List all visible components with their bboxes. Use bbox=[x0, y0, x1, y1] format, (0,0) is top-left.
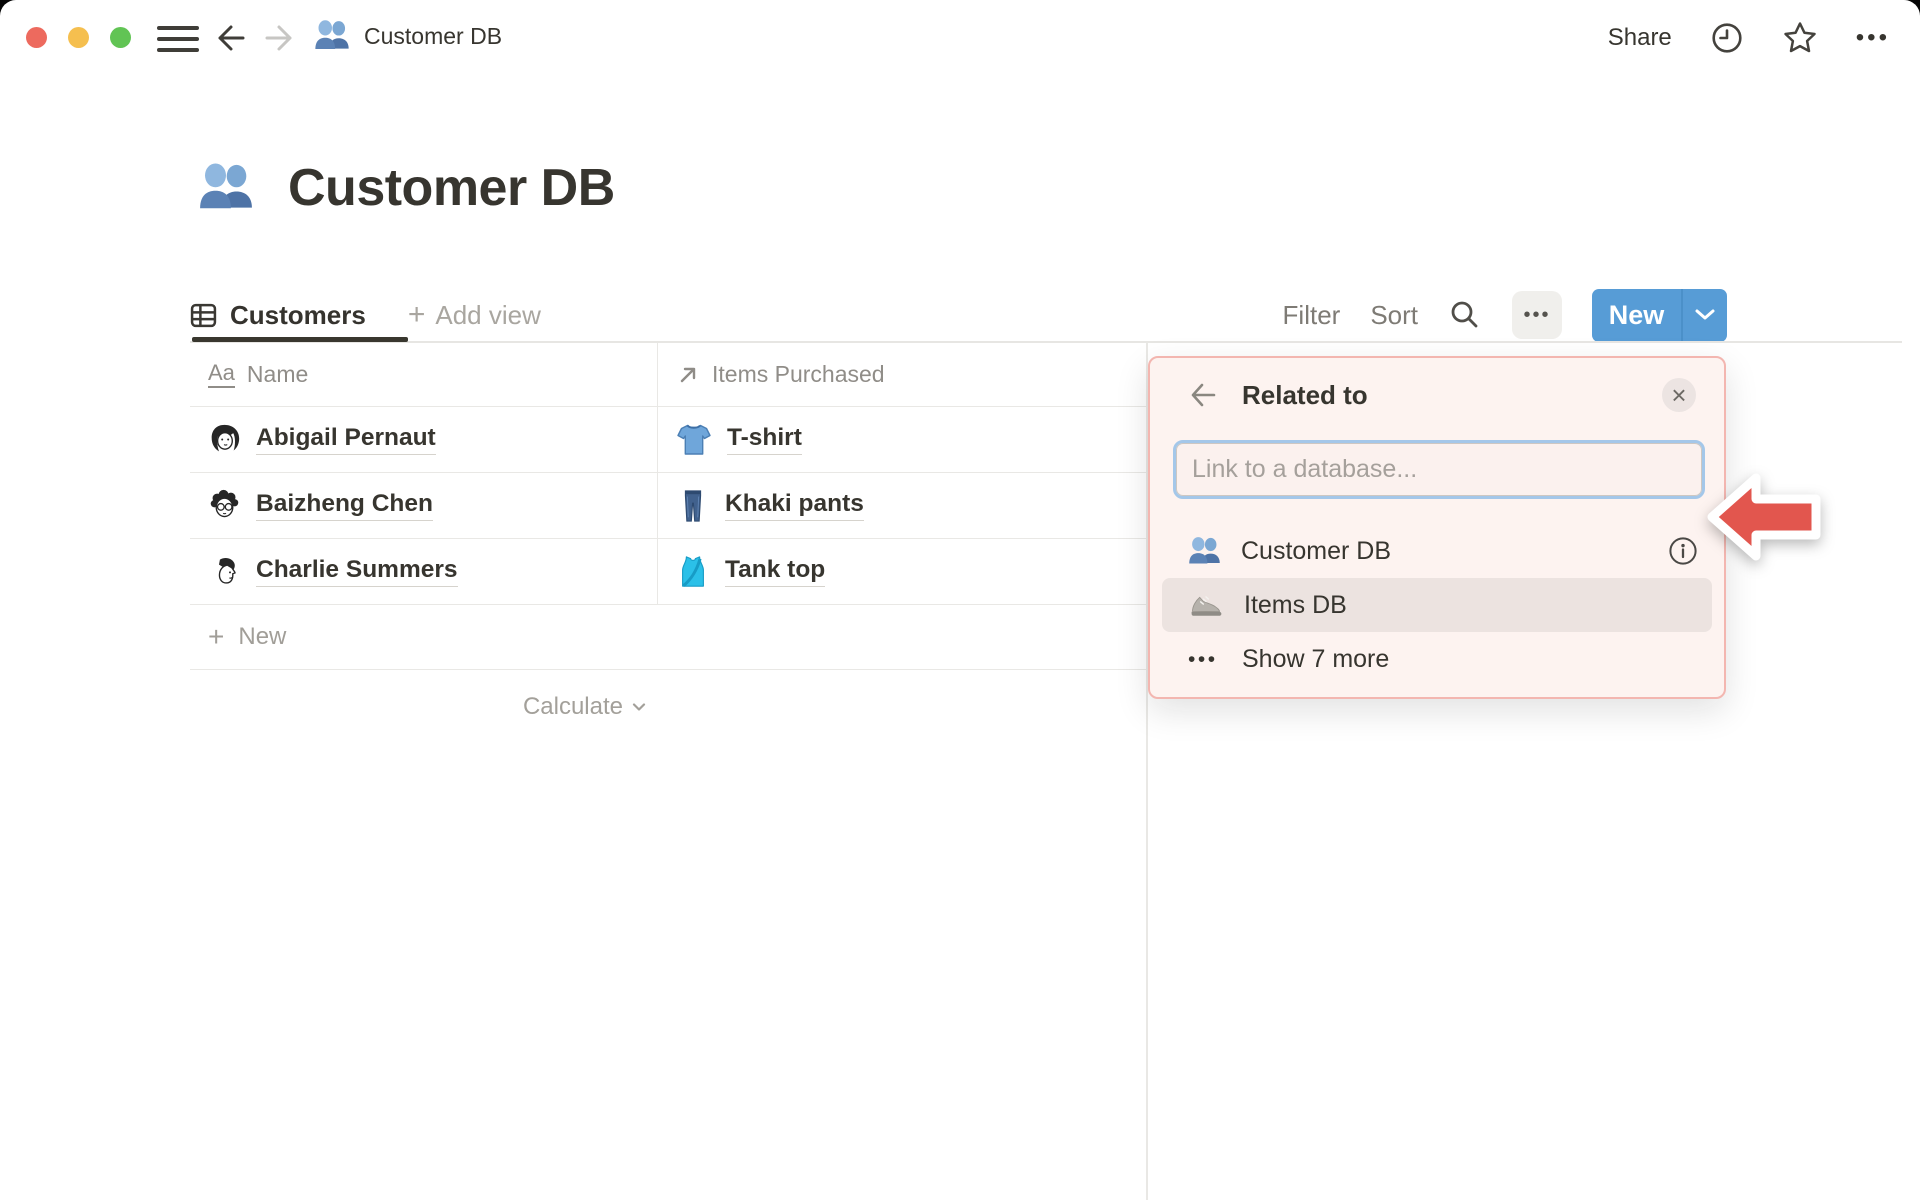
option-items-db[interactable]: Items DB bbox=[1162, 578, 1712, 632]
back-button[interactable] bbox=[210, 20, 250, 56]
search-button[interactable] bbox=[1448, 298, 1482, 332]
favorite-button[interactable] bbox=[1782, 20, 1818, 56]
new-record-button[interactable]: New bbox=[1592, 289, 1681, 342]
new-row-label: New bbox=[238, 623, 287, 650]
breadcrumb[interactable]: Customer DB bbox=[314, 18, 502, 54]
page-link[interactable]: Abigail Pernaut bbox=[256, 424, 436, 455]
popup-title: Related to bbox=[1242, 379, 1368, 410]
breadcrumb-label: Customer DB bbox=[364, 22, 503, 49]
clock-icon bbox=[1712, 23, 1742, 53]
column-label: Items Purchased bbox=[712, 361, 885, 387]
view-tabs: Customers + Add view bbox=[190, 288, 541, 342]
cell-name[interactable]: Abigail Pernaut bbox=[190, 407, 657, 472]
calculate-label: Calculate bbox=[522, 693, 623, 720]
database-options-list: Customer DB Items DB ••• Show 7 more bbox=[1162, 524, 1712, 686]
tab-customers[interactable]: Customers bbox=[190, 300, 366, 331]
page-title[interactable]: Customer DB bbox=[288, 158, 615, 218]
column-header-items-purchased[interactable]: Items Purchased bbox=[657, 343, 1146, 406]
page-header: Customer DB bbox=[198, 158, 615, 218]
page-link[interactable]: Baizheng Chen bbox=[256, 490, 433, 521]
column-label: Name bbox=[246, 361, 309, 387]
callout-arrow-icon bbox=[1707, 473, 1821, 561]
tshirt-icon bbox=[677, 424, 711, 455]
info-button[interactable] bbox=[1668, 536, 1698, 566]
more-options-button[interactable]: ••• bbox=[1856, 26, 1890, 50]
search-icon bbox=[1451, 301, 1478, 328]
titlebar: Customer DB Share ••• bbox=[0, 0, 1920, 76]
link-database-input[interactable] bbox=[1173, 440, 1705, 499]
relation-link[interactable]: T-shirt bbox=[727, 424, 802, 455]
table-header-row: Aa Name Items Purchased bbox=[190, 343, 1146, 407]
people-icon bbox=[315, 20, 349, 50]
titlebar-actions: Share ••• bbox=[1608, 0, 1890, 76]
text-property-icon: Aa bbox=[208, 361, 235, 388]
plus-icon: + bbox=[407, 298, 426, 331]
ellipsis-icon: ••• bbox=[1188, 647, 1218, 671]
cell-items-purchased[interactable]: Khaki pants bbox=[657, 473, 1146, 538]
forward-arrow-icon bbox=[265, 25, 292, 51]
cell-items-purchased[interactable]: Tank top bbox=[657, 539, 1146, 604]
active-tab-underline bbox=[192, 337, 408, 342]
table-row: Baizheng Chen Khaki pants bbox=[190, 473, 1146, 539]
window-controls bbox=[26, 27, 131, 48]
people-icon[interactable] bbox=[198, 160, 254, 216]
column-header-name[interactable]: Aa Name bbox=[190, 343, 657, 406]
tanktop-icon bbox=[682, 555, 704, 587]
share-button[interactable]: Share bbox=[1608, 24, 1672, 52]
popup-header: Related to × bbox=[1150, 358, 1724, 412]
new-row-button[interactable]: + New bbox=[190, 605, 1146, 670]
tab-customers-label: Customers bbox=[230, 299, 366, 330]
sidebar-toggle-button[interactable] bbox=[157, 26, 199, 52]
view-toolbar: Customers + Add view Filter Sort ••• New bbox=[190, 288, 1902, 342]
sneaker-icon bbox=[1191, 596, 1222, 616]
back-arrow-icon bbox=[218, 25, 245, 51]
notion-window: Customer DB Share ••• Customer DB Custom… bbox=[0, 0, 1920, 1200]
updates-button[interactable] bbox=[1710, 21, 1744, 55]
option-label: Items DB bbox=[1244, 590, 1347, 619]
option-customer-db[interactable]: Customer DB bbox=[1162, 524, 1712, 578]
relation-link[interactable]: Tank top bbox=[725, 556, 826, 587]
people-icon bbox=[1189, 536, 1220, 563]
cell-name[interactable]: Baizheng Chen bbox=[190, 473, 657, 538]
forward-button[interactable] bbox=[260, 20, 300, 56]
relation-link[interactable]: Khaki pants bbox=[725, 490, 864, 521]
relation-arrow-icon bbox=[680, 367, 696, 382]
table-row: Charlie Summers Tank top bbox=[190, 539, 1146, 605]
plus-icon: + bbox=[208, 621, 225, 652]
fullscreen-window-button[interactable] bbox=[110, 27, 131, 48]
related-to-popup: Related to × Customer DB bbox=[1148, 356, 1726, 699]
minimize-window-button[interactable] bbox=[68, 27, 89, 48]
close-popup-button[interactable]: × bbox=[1662, 378, 1696, 412]
new-record-button-group: New bbox=[1592, 288, 1727, 342]
chevron-down-icon bbox=[632, 703, 646, 711]
cell-name[interactable]: Charlie Summers bbox=[190, 539, 657, 604]
table-row: Abigail Pernaut T-shirt bbox=[190, 407, 1146, 473]
star-icon bbox=[1784, 22, 1816, 53]
add-view-button[interactable]: + Add view bbox=[408, 300, 541, 331]
back-arrow-icon[interactable] bbox=[1188, 380, 1218, 410]
chevron-down-icon bbox=[1695, 309, 1715, 320]
show-more-button[interactable]: ••• Show 7 more bbox=[1162, 632, 1712, 686]
sort-button[interactable]: Sort bbox=[1370, 300, 1418, 331]
avatar-abigail-icon bbox=[211, 424, 240, 452]
info-icon bbox=[1669, 537, 1697, 565]
jeans-icon bbox=[684, 489, 702, 522]
database-table: Aa Name Items Purchased Abigail Pernaut bbox=[190, 343, 1146, 670]
view-settings-button[interactable]: ••• bbox=[1512, 291, 1562, 339]
close-icon: × bbox=[1671, 379, 1687, 410]
add-view-label: Add view bbox=[435, 299, 541, 330]
cell-items-purchased[interactable]: T-shirt bbox=[657, 407, 1146, 472]
view-actions: Filter Sort ••• New bbox=[1283, 288, 1727, 342]
calculate-button[interactable]: Calculate bbox=[190, 674, 657, 740]
close-window-button[interactable] bbox=[26, 27, 47, 48]
page-link[interactable]: Charlie Summers bbox=[256, 556, 458, 587]
avatar-baizheng-icon bbox=[210, 489, 239, 518]
avatar-charlie-icon bbox=[218, 557, 236, 584]
option-label: Show 7 more bbox=[1242, 644, 1390, 673]
table-view-icon bbox=[190, 303, 217, 327]
option-label: Customer DB bbox=[1241, 536, 1392, 565]
new-record-dropdown-button[interactable] bbox=[1683, 289, 1727, 342]
filter-button[interactable]: Filter bbox=[1283, 300, 1341, 331]
